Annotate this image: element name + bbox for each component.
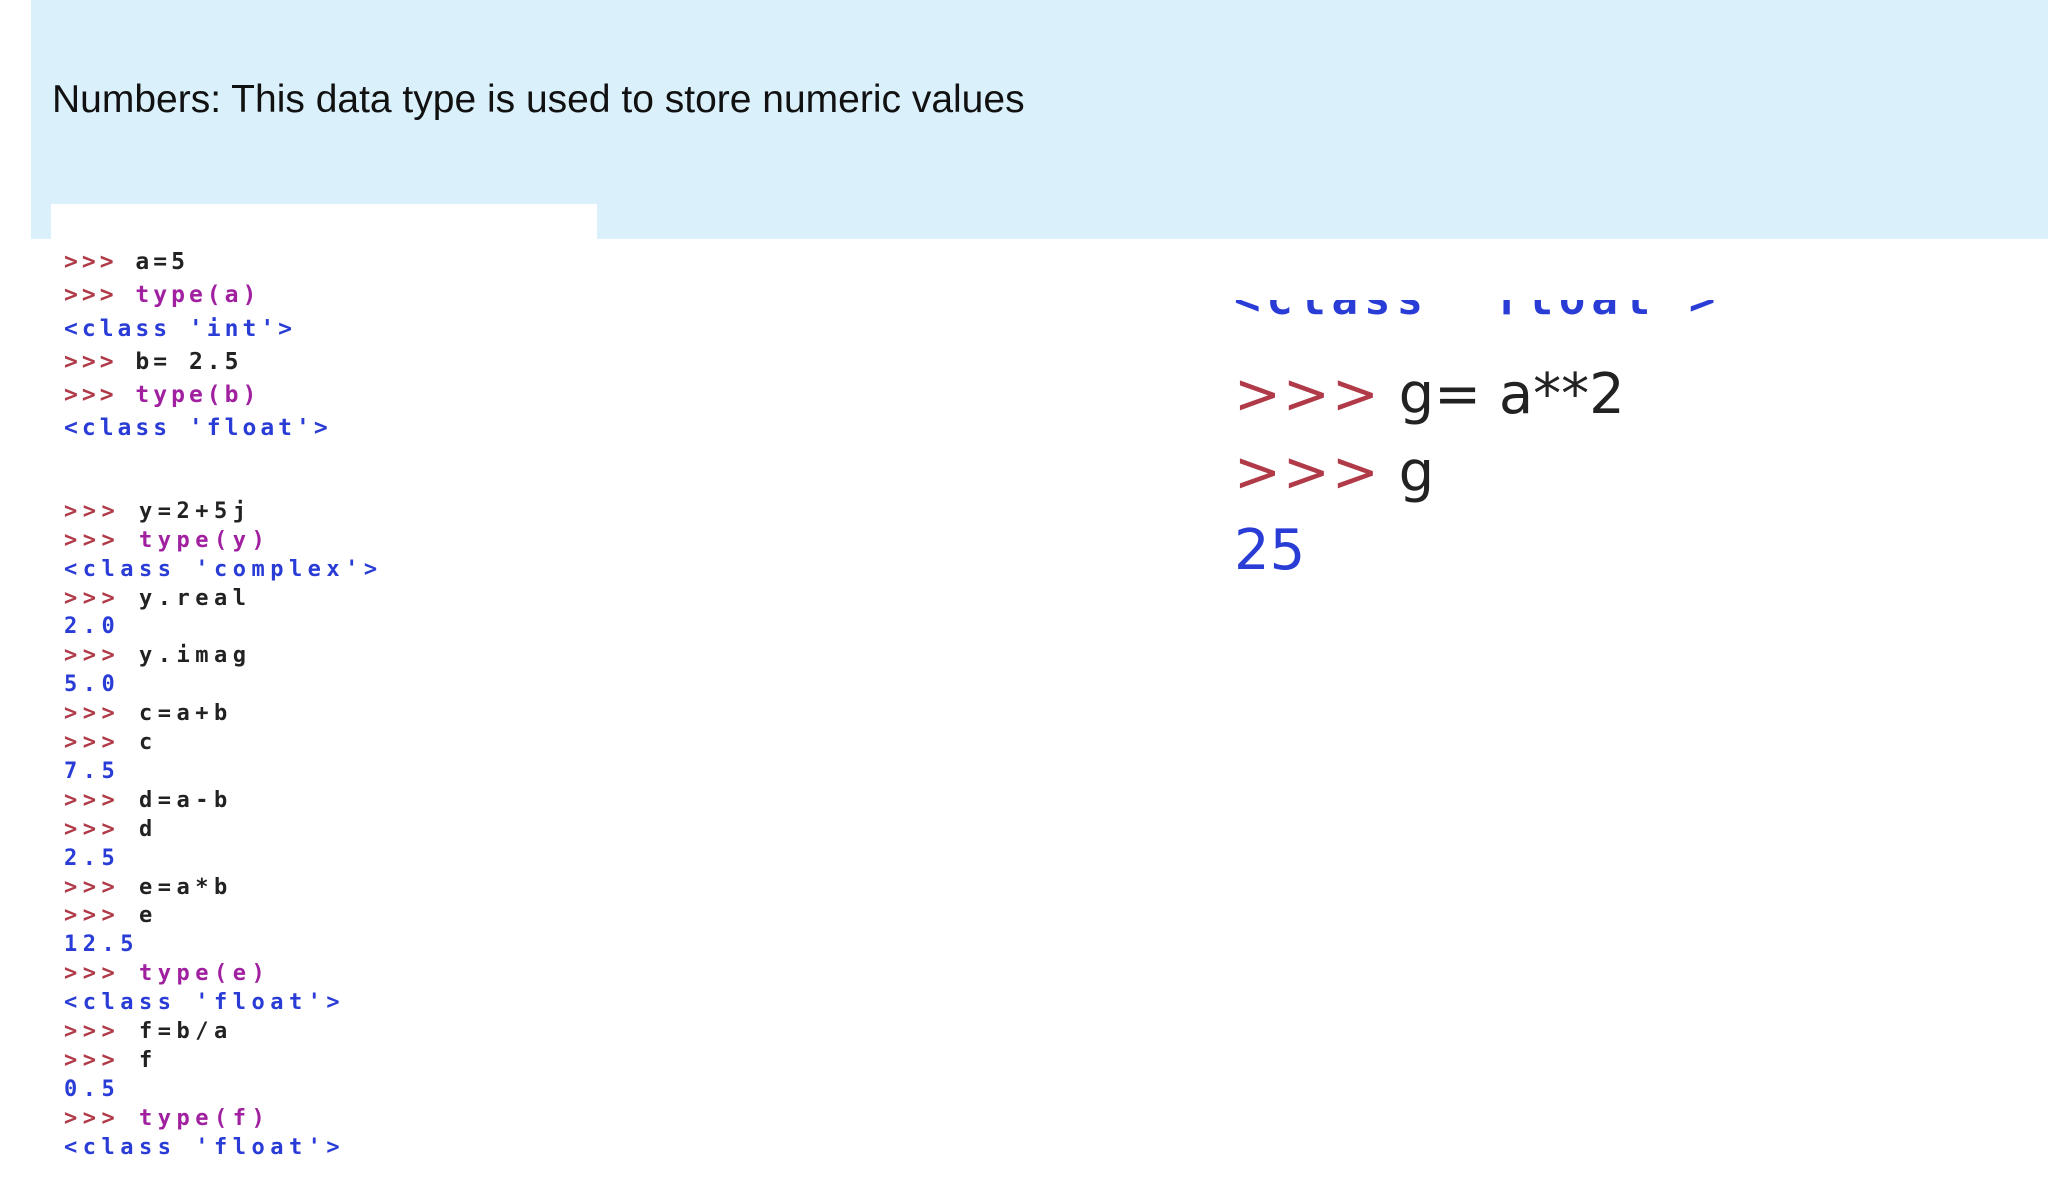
shell-line: >>> d=a-b bbox=[64, 787, 383, 816]
shell-output: <class 'int'> bbox=[64, 315, 297, 342]
shell-prompt: >>> bbox=[1234, 362, 1381, 427]
shell-output: 5.0 bbox=[64, 672, 121, 698]
shell-transcript-right: >>> g= a**2 >>> g 25 bbox=[1234, 356, 1625, 590]
shell-output: 12.5 bbox=[64, 932, 139, 958]
shell-output: 2.0 bbox=[64, 614, 121, 640]
shell-input: type(b) bbox=[135, 382, 261, 409]
shell-prompt: >>> bbox=[64, 282, 118, 309]
shell-line: >>> type(f) bbox=[64, 1105, 383, 1134]
shell-prompt: >>> bbox=[64, 701, 121, 727]
shell-line: 5.0 bbox=[64, 671, 383, 700]
shell-line: 12.5 bbox=[64, 931, 383, 960]
shell-prompt: >>> bbox=[64, 643, 121, 669]
transcript-group-1: >>> a=5 >>> type(a) <class 'int'> >>> b= 2.… bbox=[64, 246, 383, 446]
shell-line: >>> type(e) bbox=[64, 960, 383, 989]
shell-line: >>> e=a*b bbox=[64, 874, 383, 903]
shell-prompt: >>> bbox=[64, 874, 121, 900]
shell-input: e=a*b bbox=[139, 874, 233, 900]
shell-line: >>> b= 2.5 bbox=[64, 346, 383, 379]
shell-input: type(y) bbox=[139, 527, 271, 553]
shell-line: 2.5 bbox=[64, 845, 383, 874]
shell-input: f=b/a bbox=[139, 1019, 233, 1045]
shell-prompt: >>> bbox=[64, 1105, 121, 1131]
shell-prompt: >>> bbox=[64, 527, 121, 553]
shell-input: type(e) bbox=[139, 961, 271, 987]
transcript-group-2: >>> y=2+5j >>> type(y) <class 'complex'> >>… bbox=[64, 498, 383, 1163]
shell-input: a=5 bbox=[135, 249, 189, 275]
shell-line: >>> a=5 bbox=[64, 246, 383, 279]
shell-line: >>> c=a+b bbox=[64, 700, 383, 729]
shell-prompt: >>> bbox=[64, 498, 121, 524]
shell-input: c=a+b bbox=[139, 701, 233, 727]
shell-line: >>> g bbox=[1234, 434, 1625, 512]
python-shell-screenshot-right-cut: <class 'float'> bbox=[1234, 300, 1854, 330]
shell-line: >>> y=2+5j bbox=[64, 498, 383, 527]
shell-line: <class 'complex'> bbox=[64, 556, 383, 585]
shell-output: 0.5 bbox=[64, 1076, 121, 1102]
shell-input: d bbox=[139, 816, 158, 842]
shell-line: >>> f=b/a bbox=[64, 1018, 383, 1047]
shell-prompt: >>> bbox=[64, 1048, 121, 1073]
shell-line: >>> type(a) bbox=[64, 279, 383, 312]
shell-line: <class 'int'> bbox=[64, 313, 383, 346]
shell-prompt: >>> bbox=[64, 961, 121, 987]
shell-input: type(f) bbox=[139, 1105, 271, 1131]
shell-line: 7.5 bbox=[64, 758, 383, 787]
slide-title: Numbers: This data type is used to store… bbox=[52, 78, 1025, 121]
shell-prompt: >>> bbox=[64, 787, 121, 813]
shell-line: >>> y.real bbox=[64, 585, 383, 614]
shell-line: >>> type(b) bbox=[64, 379, 383, 412]
shell-prompt: >>> bbox=[64, 585, 121, 611]
cut-off-output-line: <class 'float'> bbox=[1234, 300, 1721, 325]
shell-line: <class 'float'> bbox=[64, 1134, 383, 1163]
shell-output: <class 'float'> bbox=[64, 990, 346, 1016]
shell-line: >>> e bbox=[64, 902, 383, 931]
shell-line: >>> y.imag bbox=[64, 642, 383, 671]
shell-output: <class 'float'> bbox=[64, 415, 332, 442]
shell-input: y.imag bbox=[139, 643, 252, 669]
shell-input: b= 2.5 bbox=[135, 348, 243, 375]
shell-line: <class 'float'> bbox=[64, 412, 383, 445]
shell-output: 2.5 bbox=[64, 845, 121, 871]
shell-line: >>> f bbox=[64, 1047, 383, 1076]
shell-prompt: >>> bbox=[64, 903, 121, 929]
shell-prompt: >>> bbox=[64, 730, 121, 756]
shell-input: g bbox=[1398, 440, 1435, 505]
shell-prompt: >>> bbox=[64, 348, 118, 375]
shell-line: <class 'float'> bbox=[64, 989, 383, 1018]
shell-line: 25 bbox=[1234, 512, 1625, 590]
shell-output: <class 'float'> bbox=[64, 1134, 346, 1160]
shell-input: e bbox=[139, 903, 158, 929]
shell-input: f bbox=[139, 1048, 158, 1073]
shell-input: type(a) bbox=[135, 282, 261, 309]
shell-input: g= a**2 bbox=[1398, 362, 1625, 427]
shell-prompt: >>> bbox=[64, 249, 118, 275]
shell-output: <class 'complex'> bbox=[64, 556, 383, 582]
shell-input: d=a-b bbox=[139, 787, 233, 813]
shell-line: >>> g= a**2 bbox=[1234, 356, 1625, 434]
shell-input: c bbox=[139, 730, 158, 756]
shell-line: >>> type(y) bbox=[64, 527, 383, 556]
shell-line: 2.0 bbox=[64, 613, 383, 642]
shell-prompt: >>> bbox=[64, 1019, 121, 1045]
shell-input: y=2+5j bbox=[139, 498, 252, 524]
shell-output: 7.5 bbox=[64, 758, 121, 784]
shell-line: >>> d bbox=[64, 816, 383, 845]
shell-prompt: >>> bbox=[1234, 440, 1381, 505]
shell-prompt: >>> bbox=[64, 382, 118, 409]
shell-input: y.real bbox=[139, 585, 252, 611]
shell-line: 0.5 bbox=[64, 1076, 383, 1105]
shell-line: >>> c bbox=[64, 729, 383, 758]
shell-transcript-left: >>> a=5 >>> type(a) <class 'int'> >>> b= 2.… bbox=[64, 208, 383, 1182]
shell-output: 25 bbox=[1234, 518, 1306, 583]
shell-prompt: >>> bbox=[64, 816, 121, 842]
